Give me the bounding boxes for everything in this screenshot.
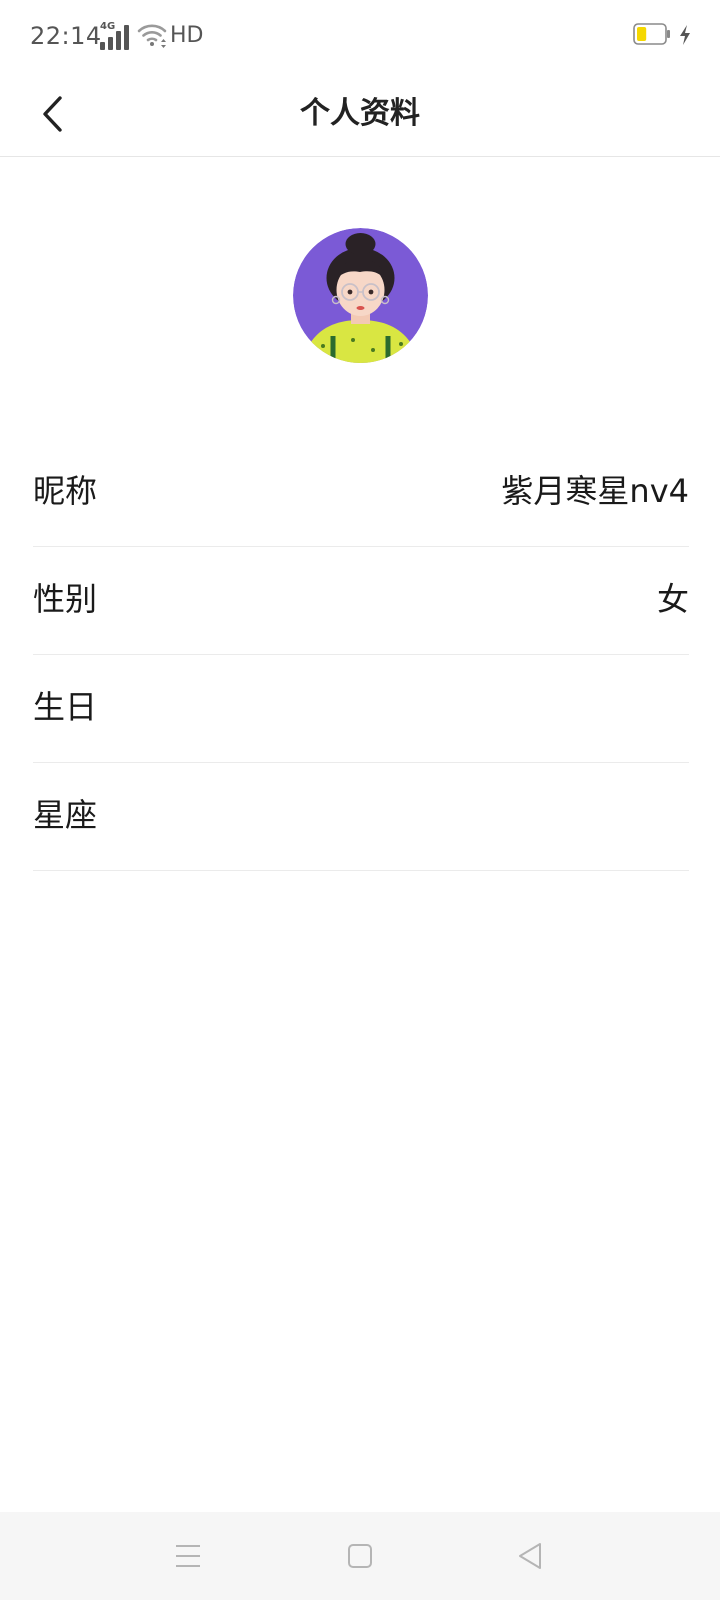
battery-icon <box>633 23 671 45</box>
menu-button[interactable] <box>164 1532 212 1580</box>
avatar[interactable] <box>293 228 428 363</box>
nav-back-button[interactable] <box>506 1532 554 1580</box>
nickname-label: 昵称 <box>33 472 98 510</box>
status-bar: 22:14 4G HD <box>0 0 720 72</box>
wifi-icon <box>137 22 167 50</box>
birthday-label: 生日 <box>33 688 98 726</box>
signal-icon: 4G <box>100 22 132 50</box>
home-icon <box>348 1544 372 1568</box>
profile-list: 昵称 紫月寒星nv4 性别 女 生日 星座 <box>33 439 689 871</box>
constellation-row[interactable]: 星座 <box>33 763 689 871</box>
charging-icon <box>678 24 692 46</box>
nickname-row[interactable]: 昵称 紫月寒星nv4 <box>33 439 689 547</box>
page-title: 个人资料 <box>300 96 420 131</box>
home-button[interactable] <box>336 1532 384 1580</box>
status-time: 22:14 <box>30 22 102 50</box>
back-triangle-icon <box>519 1543 541 1569</box>
navigation-bar <box>0 1512 720 1600</box>
gender-value: 女 <box>656 580 689 618</box>
gender-row[interactable]: 性别 女 <box>33 547 689 655</box>
constellation-label: 星座 <box>33 796 98 834</box>
gender-label: 性别 <box>33 580 98 618</box>
menu-icon <box>176 1545 200 1567</box>
nickname-value: 紫月寒星nv4 <box>501 472 689 510</box>
network-type: 4G <box>100 21 116 32</box>
birthday-row[interactable]: 生日 <box>33 655 689 763</box>
header: 个人资料 <box>0 72 720 157</box>
back-button[interactable] <box>30 84 74 144</box>
hd-indicator: HD <box>170 23 204 48</box>
chevron-left-icon <box>43 96 62 132</box>
